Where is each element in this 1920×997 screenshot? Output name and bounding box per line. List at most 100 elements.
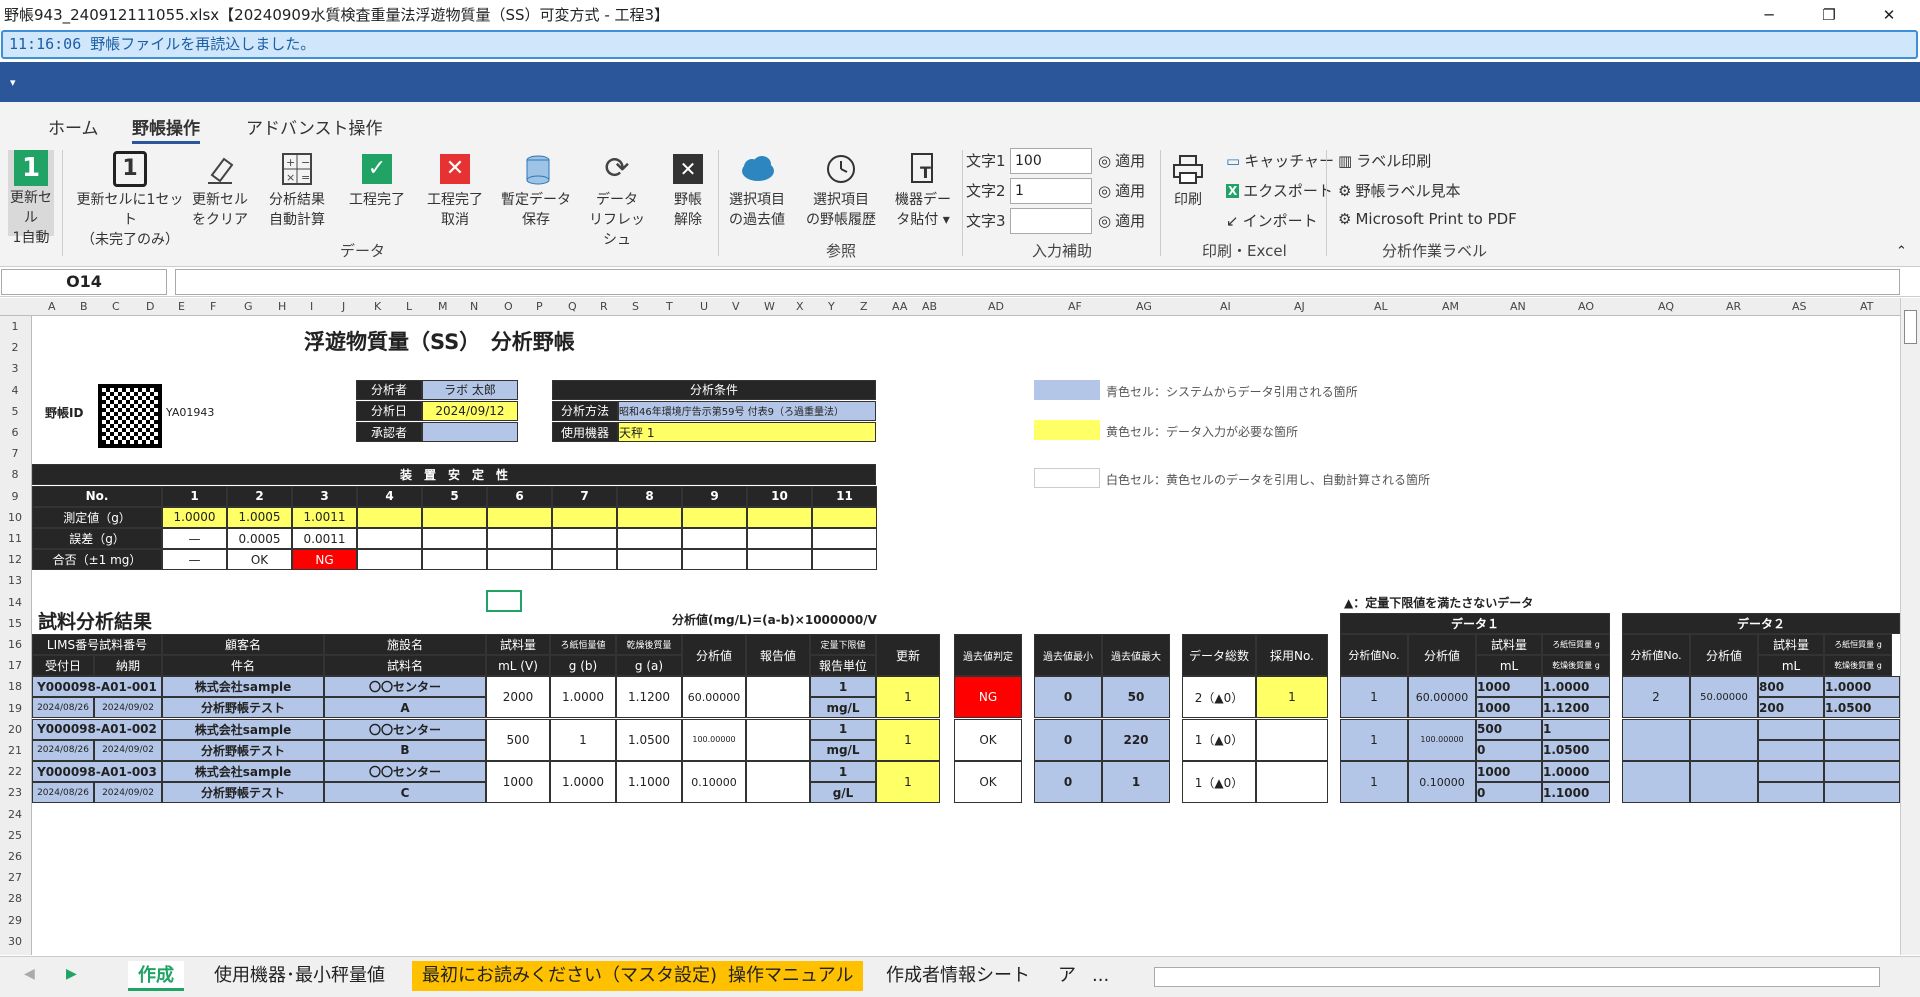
stability-col-9[interactable]: 9: [682, 485, 747, 507]
column-header[interactable]: C: [112, 300, 120, 313]
sample-filter[interactable]: 1.0000: [550, 761, 616, 804]
row-header[interactable]: 15: [0, 617, 30, 630]
data1-mass2[interactable]: 1.1200: [1542, 697, 1610, 719]
column-header[interactable]: Z: [860, 300, 868, 313]
sample-pastmax[interactable]: 220: [1102, 718, 1170, 761]
row-header[interactable]: 1: [0, 320, 30, 333]
column-header[interactable]: AT: [1860, 300, 1873, 313]
quick-access-dropdown-icon[interactable]: ▾: [10, 76, 16, 89]
data1-val[interactable]: 100.00000: [1408, 718, 1476, 761]
data2-no[interactable]: [1622, 761, 1690, 804]
legend-yellow-swatch[interactable]: [1034, 420, 1100, 440]
text3-input[interactable]: [1010, 208, 1092, 234]
data2-vol2[interactable]: [1758, 782, 1824, 804]
column-header[interactable]: D: [146, 300, 154, 313]
sample-facility[interactable]: 〇〇センター: [324, 718, 486, 740]
print-pdf-button[interactable]: ⚙ Microsoft Print to PDF: [1338, 210, 1517, 228]
sample-filter[interactable]: 1.0000: [550, 676, 616, 719]
stability-measure[interactable]: [357, 506, 422, 528]
stability-col-7[interactable]: 7: [552, 485, 617, 507]
paste-equipment-data-button[interactable]: T 機器デー タ貼付 ▾: [892, 150, 954, 230]
column-header[interactable]: N: [470, 300, 478, 313]
release-button[interactable]: ✕ 野帳 解除: [664, 150, 712, 230]
stability-no-label[interactable]: No.: [32, 485, 162, 507]
column-header[interactable]: H: [278, 300, 286, 313]
row-header[interactable]: 20: [0, 723, 30, 736]
column-header[interactable]: AI: [1220, 300, 1231, 313]
sample-pastmax[interactable]: 50: [1102, 676, 1170, 719]
sample-dry[interactable]: 1.1200: [616, 676, 682, 719]
sample-pastmin[interactable]: 0: [1034, 761, 1102, 804]
sample-dry[interactable]: 1.1000: [616, 761, 682, 804]
sample-report[interactable]: [746, 676, 810, 719]
h-item[interactable]: 件名: [162, 655, 324, 676]
method-value[interactable]: 昭和46年環境庁告示第59号 付表9（ろ過重量法）: [618, 400, 876, 421]
column-header[interactable]: S: [632, 300, 639, 313]
sample-item[interactable]: 分析野帳テスト: [162, 782, 324, 804]
column-header[interactable]: AG: [1136, 300, 1152, 313]
stability-judge[interactable]: —: [162, 549, 227, 571]
column-header[interactable]: AR: [1726, 300, 1741, 313]
stability-measure[interactable]: [422, 506, 487, 528]
sample-total[interactable]: 2（▲0）: [1182, 676, 1256, 719]
next-sheet-icon[interactable]: ▶: [66, 966, 77, 982]
stability-error[interactable]: [682, 528, 747, 549]
stability-judge[interactable]: [617, 549, 682, 571]
sample-lims[interactable]: Y000098-A01-001: [32, 676, 162, 698]
data2-val[interactable]: [1690, 761, 1758, 804]
stability-judge[interactable]: [552, 549, 617, 571]
column-header[interactable]: I: [310, 300, 313, 313]
sample-vol[interactable]: 500: [486, 718, 550, 761]
column-header[interactable]: AA: [892, 300, 907, 313]
column-header[interactable]: B: [80, 300, 88, 313]
stability-col-4[interactable]: 4: [357, 485, 422, 507]
stability-error[interactable]: [422, 528, 487, 549]
data1-vol[interactable]: 500: [1476, 718, 1542, 740]
sample-lower[interactable]: 1: [810, 676, 876, 698]
stability-judge[interactable]: NG: [292, 549, 357, 571]
data1-mass[interactable]: 1.0000: [1542, 676, 1610, 698]
h-client[interactable]: 顧客名: [162, 634, 324, 655]
column-header[interactable]: L: [406, 300, 412, 313]
date-value[interactable]: 2024/09/12: [422, 400, 518, 421]
tab-advanced-ops[interactable]: アドバンスト操作: [246, 114, 383, 139]
column-header[interactable]: Y: [828, 300, 835, 313]
label-sample-button[interactable]: ⚙ 野帳ラベル見本: [1338, 180, 1460, 201]
sample-update[interactable]: 1: [876, 676, 940, 719]
data2-mass[interactable]: [1824, 718, 1900, 740]
apply2-button[interactable]: ◎ 適用: [1098, 180, 1145, 201]
stability-error[interactable]: —: [162, 528, 227, 549]
analyst-label[interactable]: 分析者: [356, 379, 422, 400]
stability-error[interactable]: [552, 528, 617, 549]
stability-col-10[interactable]: 10: [747, 485, 812, 507]
column-header[interactable]: AS: [1792, 300, 1807, 313]
sample-pastmin[interactable]: 0: [1034, 718, 1102, 761]
column-header[interactable]: AJ: [1294, 300, 1305, 313]
sample-judge[interactable]: OK: [954, 718, 1022, 761]
stability-measure[interactable]: [682, 506, 747, 528]
column-header[interactable]: AO: [1578, 300, 1594, 313]
close-button[interactable]: ✕: [1866, 0, 1912, 29]
data2-val[interactable]: [1690, 718, 1758, 761]
sample-lims[interactable]: Y000098-A01-003: [32, 761, 162, 783]
temp-save-button[interactable]: 暫定データ 保存: [500, 150, 572, 230]
row-header[interactable]: 5: [0, 405, 30, 418]
column-header[interactable]: A: [48, 300, 56, 313]
stability-header[interactable]: 装 置 安 定 性: [32, 464, 876, 486]
apply1-button[interactable]: ◎ 適用: [1098, 150, 1145, 171]
sample-update[interactable]: 1: [876, 761, 940, 804]
stability-judge[interactable]: [487, 549, 552, 571]
label-print-button[interactable]: ▥ ラベル印刷: [1338, 150, 1431, 171]
sample-value[interactable]: 100.00000: [682, 718, 746, 761]
column-header[interactable]: AB: [922, 300, 937, 313]
column-header[interactable]: J: [342, 300, 345, 313]
sheet-tab-manual[interactable]: 操作マニュアル: [718, 961, 864, 991]
error-label[interactable]: 誤差（g）: [32, 528, 162, 549]
row-header[interactable]: 13: [0, 574, 30, 587]
h-dd2[interactable]: 乾燥後質量 g: [1824, 655, 1892, 676]
h-data1[interactable]: データ１: [1340, 613, 1610, 634]
column-header[interactable]: AN: [1510, 300, 1526, 313]
data1-vol2[interactable]: 1000: [1476, 697, 1542, 719]
row-header[interactable]: 6: [0, 426, 30, 439]
import-button[interactable]: ↙ インポート: [1226, 210, 1318, 231]
